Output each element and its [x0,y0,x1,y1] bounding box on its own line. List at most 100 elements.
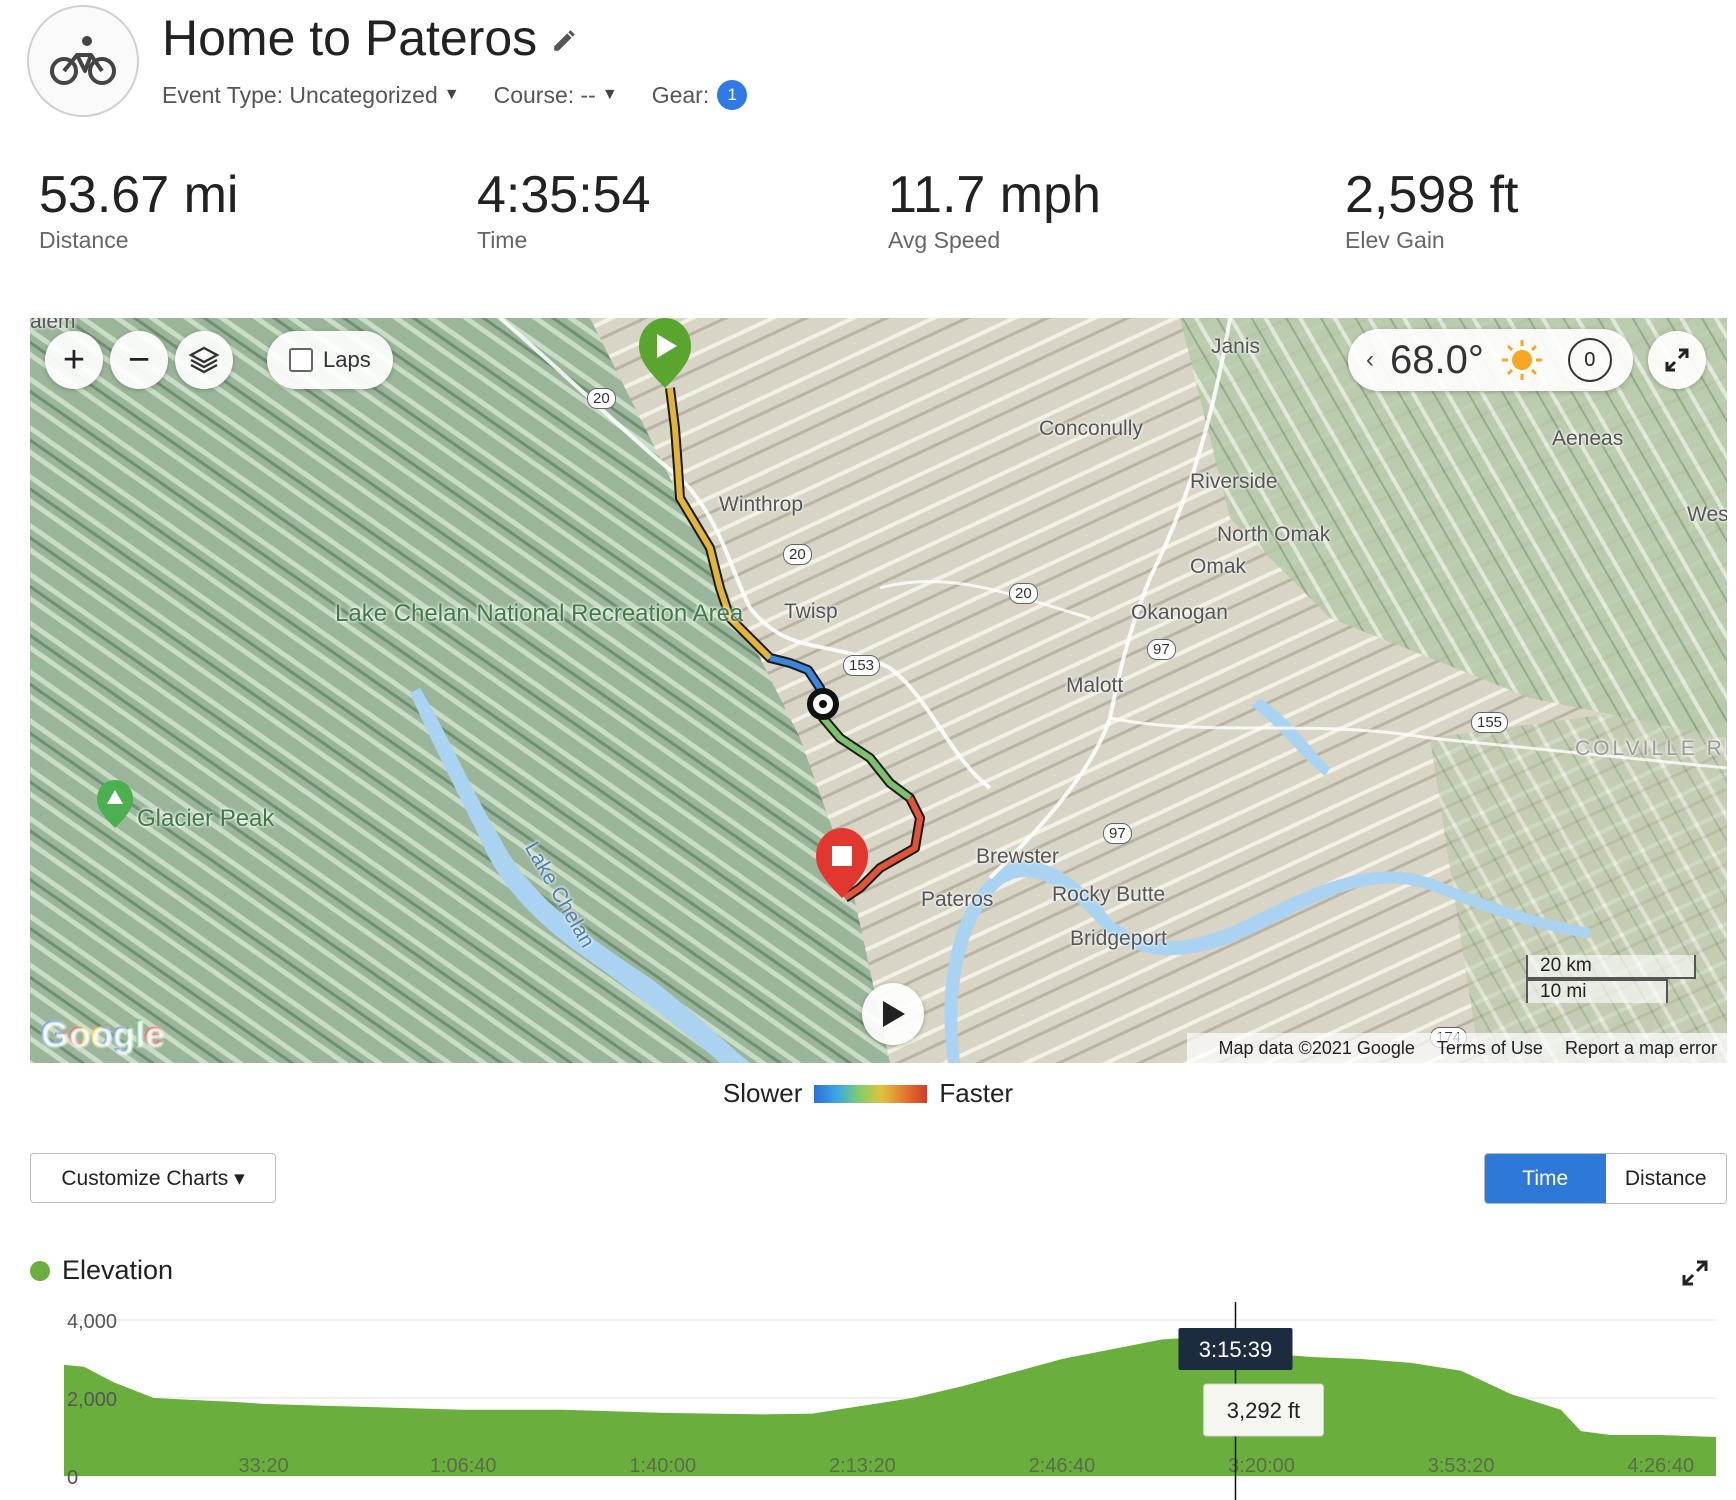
place-label: alem [30,318,76,333]
event-type-label: Event Type: Uncategorized [162,81,438,108]
course-label: Course: -- [493,81,596,108]
place-label: North Omak [1217,523,1331,546]
speed-legend: Slower Faster [0,1078,1736,1109]
event-type-dropdown[interactable]: Event Type: Uncategorized ▼ [162,82,460,109]
x-tick-label: 1:06:40 [430,1455,497,1477]
route-map[interactable]: + − Laps ‹ 68.0° 0 alem Janis Conconully… [30,318,1727,1063]
sun-icon [1501,340,1542,380]
x-tick-label: 4:26:40 [1627,1455,1694,1477]
page-title: Home to Pateros [162,10,538,66]
y-tick-label: 0 [67,1467,78,1489]
tooltip-time: 3:15:39 [1199,1337,1272,1362]
place-label: Rocky Butte [1052,883,1166,906]
place-label: Winthrop [719,493,804,516]
stat-value: 11.7 mph [888,166,1101,224]
faster-label: Faster [939,1078,1014,1108]
route-shield: 97 [1103,823,1132,844]
route-shield: 153 [843,655,881,676]
customize-charts-button[interactable]: Customize Charts ▾ [30,1153,276,1203]
layers-button[interactable] [175,331,233,389]
play-icon [883,1001,905,1027]
x-axis-toggle: Time Distance [1484,1153,1727,1204]
x-tick-label: 33:20 [239,1455,289,1477]
park-label: Lake Chelan National Recreation Area [335,601,743,627]
elevation-legend[interactable]: Elevation [30,1255,173,1286]
peak-label: Glacier Peak [137,805,275,832]
stat-value: 4:35:54 [477,166,651,224]
route-shield: 97 [1147,639,1176,660]
map-data-credit: Map data ©2021 Google [1218,1037,1415,1058]
place-label: Janis [1211,335,1261,358]
place-label: Conconully [1039,417,1143,440]
expand-chart-icon[interactable] [1681,1259,1709,1287]
x-tick-label: 1:40:00 [629,1455,696,1477]
fullscreen-button[interactable] [1648,331,1706,389]
distance-toggle-button[interactable]: Distance [1605,1154,1726,1203]
terrain-background [30,318,1727,1063]
scale-km: 20 km [1526,955,1696,979]
gear-selector[interactable]: Gear: 1 [652,80,748,110]
terms-link[interactable]: Terms of Use [1437,1038,1543,1059]
tooltip-value: 3,292 ft [1227,1398,1300,1423]
laps-label: Laps [323,347,371,372]
place-label: Pateros [921,888,994,911]
stat-elev-gain: 2,598 ft Elev Gain [1345,165,1518,254]
bicycle-icon [50,36,116,85]
place-label: Aeneas [1552,427,1624,450]
slower-label: Slower [722,1078,803,1108]
laps-checkbox[interactable] [289,348,313,372]
stat-value: 53.67 mi [39,166,239,224]
zoom-out-button[interactable]: − [110,331,168,389]
wind-icon: 0 [1567,338,1612,382]
caret-down-icon: ▼ [443,86,460,103]
pencil-icon[interactable] [551,28,577,54]
place-label: Okanogan [1131,601,1228,624]
route-shield: 20 [1009,583,1038,604]
stat-distance: 53.67 mi Distance [39,165,238,254]
activity-type-avatar [27,5,139,117]
gear-count-badge[interactable]: 1 [717,80,748,110]
place-label: Twisp [784,600,838,623]
google-logo: Google [40,1013,164,1054]
weather-widget[interactable]: ‹ 68.0° 0 [1348,329,1633,391]
elevation-chart[interactable]: 4,000 2,000 0 33:20 1:06:40 1:40:00 2:13:20 2:… [0,1300,1736,1500]
gear-label: Gear: [651,81,710,108]
stat-label: Time [477,227,528,253]
layers-icon [188,346,220,374]
reservation-label: COLVILLE RESERVATION [1575,737,1727,760]
legend-dot [30,1260,50,1281]
laps-toggle[interactable]: Laps [267,331,393,389]
time-toggle-button[interactable]: Time [1485,1154,1606,1203]
stat-label: Avg Speed [888,227,1001,253]
place-label: Malott [1066,674,1124,697]
title-row: Home to Pateros [162,8,577,68]
course-dropdown[interactable]: Course: -- ▼ [494,82,618,109]
play-route-button[interactable] [862,983,924,1045]
x-tick-label: 3:53:20 [1428,1455,1495,1477]
expand-icon [1665,348,1689,372]
place-label: Omak [1190,555,1247,578]
report-error-link[interactable]: Report a map error [1565,1038,1717,1059]
stat-time: 4:35:54 Time [477,165,651,254]
x-tick-label: 2:13:20 [829,1455,896,1477]
caret-down-icon: ▼ [601,86,618,103]
zoom-in-button[interactable]: + [45,331,103,389]
x-tick-label: 2:46:40 [1029,1455,1096,1477]
place-label: West [1687,503,1727,526]
stat-label: Distance [39,227,129,253]
chevron-left-icon[interactable]: ‹ [1366,346,1374,374]
elevation-legend-label: Elevation [62,1255,174,1285]
stat-avg-speed: 11.7 mph Avg Speed [888,165,1101,254]
weather-temperature: 68.0° [1390,337,1484,382]
stat-value: 2,598 ft [1345,166,1519,224]
place-label: Bridgeport [1070,927,1167,950]
speed-gradient-bar [814,1084,928,1103]
place-label: Riverside [1190,470,1278,493]
y-tick-label: 4,000 [67,1311,117,1333]
scale-mi: 10 mi [1526,979,1668,1003]
map-attribution: Map data ©2021 Google Terms of Use Repor… [1186,1033,1727,1063]
map-scale: 20 km 10 mi [1526,955,1696,1003]
wind-speed: 0 [1584,348,1596,371]
route-shield: 20 [587,388,616,409]
place-label: Brewster [976,845,1059,868]
